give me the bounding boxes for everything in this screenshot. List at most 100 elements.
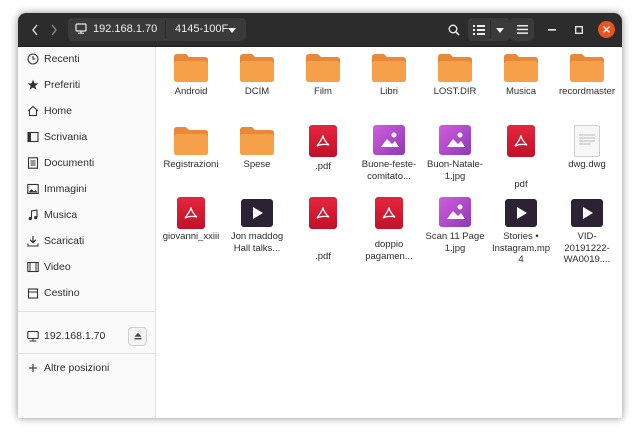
file-item[interactable]: Jon maddog Hall talks... <box>227 197 287 271</box>
file-name: Stories • Instagram.mp4 <box>491 231 551 265</box>
search-icon <box>448 24 460 36</box>
file-name: DCIM <box>244 86 270 97</box>
file-name: Jon maddog Hall talks... <box>230 231 284 254</box>
sidebar-item-home[interactable]: Home <box>18 99 155 123</box>
star-icon <box>27 79 39 90</box>
close-icon <box>603 26 610 33</box>
sidebar-item-music[interactable]: Musica <box>18 203 155 227</box>
path-bar: 192.168.1.70 4145-100F <box>68 18 246 41</box>
sidebar-item-label: Musica <box>44 209 78 221</box>
file-item[interactable]: giovanni_xxiii <box>161 197 221 271</box>
breadcrumb-current[interactable]: 4145-100F <box>175 23 228 35</box>
file-item[interactable]: dwg.dwg <box>557 125 617 199</box>
download-icon <box>27 236 39 247</box>
file-item[interactable]: Buon-Natale-1.jpg <box>425 125 485 199</box>
folder-icon <box>504 54 538 82</box>
file-item[interactable]: Musica <box>491 52 551 126</box>
folder-icon <box>240 54 274 82</box>
folder-icon <box>570 54 604 82</box>
file-name: Musica <box>505 86 537 97</box>
minimize-icon <box>548 28 556 31</box>
breadcrumb-root[interactable]: 192.168.1.70 <box>93 23 157 35</box>
plus-icon <box>29 364 37 372</box>
back-button[interactable] <box>26 19 43 40</box>
eject-button[interactable] <box>128 326 147 346</box>
file-item[interactable]: .pdf <box>293 197 353 271</box>
sidebar-item-downloads[interactable]: Scaricati <box>18 229 155 253</box>
file-item[interactable]: recordmaster <box>557 52 617 126</box>
sidebar-item-other-locations[interactable]: Altre posizioni <box>18 356 155 380</box>
sidebar-item-label: Immagini <box>44 183 87 195</box>
file-item[interactable]: Scan 11 Page 1.jpg <box>425 197 485 271</box>
clock-icon <box>27 53 39 65</box>
file-item[interactable]: DCIM <box>227 52 287 126</box>
file-name: doppio pagamen... <box>365 239 413 262</box>
pdf-icon <box>177 197 205 229</box>
folder-icon <box>372 54 406 82</box>
sidebar-item-documents[interactable]: Documenti <box>18 151 155 175</box>
file-item[interactable]: Registrazioni <box>161 125 221 199</box>
list-view-icon[interactable] <box>473 24 485 35</box>
file-item[interactable]: pdf <box>491 125 551 199</box>
sidebar-item-label: Home <box>44 105 73 117</box>
file-item[interactable]: Film <box>293 52 353 126</box>
file-name: Android <box>174 86 208 97</box>
file-item[interactable]: .pdf <box>293 125 353 199</box>
file-item[interactable]: Stories • Instagram.mp4 <box>491 197 551 271</box>
sidebar-item-videos[interactable]: Video <box>18 255 155 279</box>
sidebar-item-images[interactable]: Immagini <box>18 177 155 201</box>
file-name: .pdf <box>315 251 331 262</box>
file-name: pdf <box>514 179 528 190</box>
image-file-icon <box>439 197 471 227</box>
sidebar: Recenti Preferiti Home Scrivania Documen… <box>18 47 156 418</box>
breadcrumb-separator <box>165 20 166 39</box>
file-item[interactable]: doppio pagamen... <box>359 197 419 271</box>
sidebar-item-network[interactable]: 192.168.1.70 <box>18 324 155 348</box>
home-icon <box>27 105 39 117</box>
chevron-down-icon[interactable] <box>228 28 236 33</box>
view-separator <box>490 20 491 39</box>
file-name: .pdf <box>315 161 331 172</box>
search-button[interactable] <box>442 19 466 40</box>
view-options[interactable] <box>468 18 510 41</box>
file-item[interactable]: Android <box>161 52 221 126</box>
file-item[interactable]: VID-20191222-WA0019.... <box>557 197 617 271</box>
file-name: LOST.DIR <box>433 86 477 97</box>
maximize-button[interactable] <box>571 19 587 40</box>
file-name: dwg.dwg <box>568 159 606 170</box>
chevron-down-icon[interactable] <box>496 28 504 33</box>
pdf-icon <box>375 197 403 229</box>
sidebar-item-label: Scrivania <box>44 131 88 143</box>
minimize-button[interactable] <box>544 19 560 40</box>
file-manager-window: 192.168.1.70 4145-100F Recenti Preferiti… <box>18 13 622 418</box>
sidebar-item-label: Scaricati <box>44 235 85 247</box>
file-name: Libri <box>380 86 398 97</box>
folder-icon <box>240 127 274 155</box>
close-button[interactable] <box>598 21 615 38</box>
video-file-icon <box>241 199 273 227</box>
file-item[interactable]: Libri <box>359 52 419 126</box>
file-name: Scan 11 Page 1.jpg <box>425 231 485 254</box>
file-item[interactable]: Spese <box>227 125 287 199</box>
sidebar-item-desktop[interactable]: Scrivania <box>18 125 155 149</box>
menu-button[interactable] <box>510 18 534 41</box>
folder-icon <box>174 54 208 82</box>
video-icon <box>27 261 39 273</box>
sidebar-item-label: Cestino <box>44 287 80 299</box>
sidebar-item-trash[interactable]: Cestino <box>18 281 155 305</box>
file-item[interactable]: LOST.DIR <box>425 52 485 126</box>
image-file-icon <box>373 125 405 155</box>
sidebar-item-starred[interactable]: Preferiti <box>18 73 155 97</box>
desktop-icon <box>27 131 39 143</box>
file-name: Film <box>314 86 332 97</box>
video-file-icon <box>505 199 537 227</box>
file-name: giovanni_xxiii <box>162 231 220 242</box>
sidebar-item-label: Preferiti <box>44 79 81 91</box>
file-name: Buon-Natale-1.jpg <box>427 159 483 182</box>
image-file-icon <box>439 125 471 155</box>
forward-button[interactable] <box>45 19 62 40</box>
file-item[interactable]: Buone-feste-comitato... <box>359 125 419 199</box>
pdf-icon <box>309 125 337 157</box>
sidebar-item-recent[interactable]: Recenti <box>18 47 155 71</box>
sidebar-item-label: Documenti <box>44 157 95 169</box>
